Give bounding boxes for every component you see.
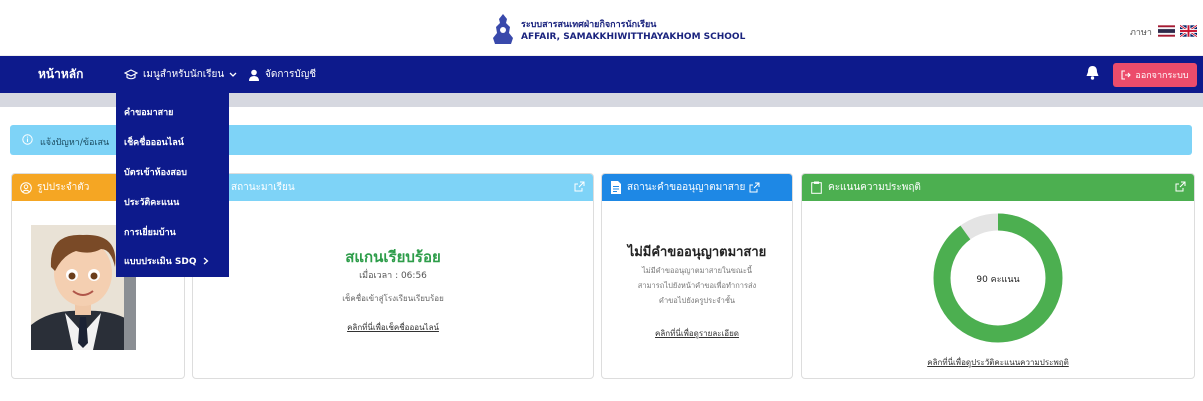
thai-flag-icon[interactable] bbox=[1158, 25, 1175, 37]
menu-item-online-checkin[interactable]: เช็คชื่อออนไลน์ bbox=[124, 135, 184, 149]
logout-button[interactable]: ออกจากระบบ bbox=[1113, 63, 1197, 87]
logout-icon bbox=[1121, 70, 1132, 80]
behavior-score-value: 90 คะแนน bbox=[976, 275, 1020, 285]
student-menu-dropdown: คำขอมาสาย เช็คชื่อออนไลน์ บัตรเข้าห้องสอ… bbox=[116, 93, 229, 277]
menu-item-home-visit[interactable]: การเยี่ยมบ้าน bbox=[124, 225, 176, 239]
late-request-status: ไม่มีคำขออนุญาตมาสาย bbox=[627, 245, 767, 260]
graduation-icon bbox=[124, 68, 138, 79]
nav-student-menu[interactable]: เมนูสำหรับนักเรียน bbox=[124, 67, 237, 82]
logout-label: ออกจากระบบ bbox=[1135, 71, 1189, 81]
external-link-icon[interactable] bbox=[574, 181, 585, 192]
late-request-card: สถานะคำขออนุญาตมาสาย ไม่มีคำขออนุญาตมาสา… bbox=[601, 173, 793, 379]
language-label: ภาษา bbox=[1130, 28, 1152, 38]
clipboard-icon bbox=[811, 181, 822, 194]
attendance-card: สถานะมาเรียน สแกนเรียบร้อย เมื่อเวลา : 0… bbox=[192, 173, 594, 379]
chevron-down-icon bbox=[229, 72, 237, 77]
late-request-card-title: สถานะคำขออนุญาตมาสาย bbox=[627, 182, 746, 193]
external-link-icon[interactable] bbox=[1175, 181, 1186, 192]
attendance-status: สแกนเรียบร้อย bbox=[345, 248, 441, 266]
menu-item-score-history[interactable]: ประวัติคะแนน bbox=[124, 195, 179, 209]
user-circle-icon bbox=[20, 181, 32, 194]
chevron-right-icon bbox=[203, 257, 209, 265]
behavior-history-link[interactable]: คลิกที่นี่เพื่อดูประวัติคะแนนความประพฤติ bbox=[802, 356, 1194, 369]
late-request-details-link[interactable]: คลิกที่นี่เพื่อดูรายละเอียด bbox=[602, 327, 792, 340]
late-request-desc-2: สามารถไปยังหน้าคำขอเพื่อทำการส่ง bbox=[637, 281, 757, 290]
nav-student-menu-label: เมนูสำหรับนักเรียน bbox=[143, 69, 225, 80]
uk-flag-icon[interactable] bbox=[1180, 25, 1197, 37]
main-navbar: หน้าหลัก เมนูสำหรับนักเรียน จัดการบัญชี … bbox=[0, 56, 1203, 93]
nav-account[interactable]: จัดการบัญชี bbox=[248, 67, 316, 82]
behavior-score-card-header: คะแนนความประพฤติ bbox=[802, 174, 1194, 201]
late-request-card-header: สถานะคำขออนุญาตมาสาย bbox=[602, 174, 792, 201]
info-icon bbox=[22, 134, 33, 145]
late-request-desc-1: ไม่มีคำขออนุญาตมาสายในขณะนี้ bbox=[642, 266, 752, 275]
late-request-desc-3: คำขอไปยังครูประจำชั้น bbox=[658, 296, 736, 305]
attendance-card-title: สถานะมาเรียน bbox=[231, 182, 295, 193]
behavior-score-card-title: คะแนนความประพฤติ bbox=[828, 182, 921, 193]
report-issue-text: แจ้งปัญหา/ข้อเสน bbox=[40, 138, 110, 148]
behavior-score-card: คะแนนความประพฤติ 90 คะแนน คลิกที่นี่เพื่… bbox=[801, 173, 1195, 379]
menu-item-exam-card[interactable]: บัตรเข้าห้องสอบ bbox=[124, 165, 187, 179]
online-checkin-link[interactable]: คลิกที่นี่เพื่อเช็คชื่อออนไลน์ bbox=[193, 321, 593, 334]
attendance-card-header: สถานะมาเรียน bbox=[193, 174, 593, 201]
menu-item-sdq[interactable]: แบบประเมิน SDQ bbox=[124, 254, 209, 268]
profile-card-title: รูปประจำตัว bbox=[37, 182, 90, 193]
attendance-note: เช็คชื่อเข้าสู่โรงเรียนเรียบร้อย bbox=[342, 294, 444, 303]
school-name-th: ระบบสารสนเทศฝ่ายกิจการนักเรียน bbox=[521, 20, 657, 30]
user-icon bbox=[249, 69, 259, 81]
menu-item-late-request[interactable]: คำขอมาสาย bbox=[124, 105, 173, 119]
attendance-time: เมื่อเวลา : 06:56 bbox=[359, 271, 427, 281]
site-header: ระบบสารสนเทศฝ่ายกิจการนักเรียน AFFAIR, S… bbox=[0, 0, 1203, 56]
external-link-icon[interactable] bbox=[749, 182, 760, 193]
document-icon bbox=[611, 181, 621, 194]
bell-icon[interactable] bbox=[1086, 65, 1099, 80]
school-logo-icon bbox=[493, 14, 513, 44]
nav-account-label: จัดการบัญชี bbox=[265, 69, 317, 80]
nav-home-link[interactable]: หน้าหลัก bbox=[38, 65, 83, 84]
school-name-en: AFFAIR, SAMAKKHIWITTHAYAKHOM SCHOOL bbox=[521, 32, 746, 42]
menu-item-sdq-label: แบบประเมิน SDQ bbox=[124, 257, 197, 267]
